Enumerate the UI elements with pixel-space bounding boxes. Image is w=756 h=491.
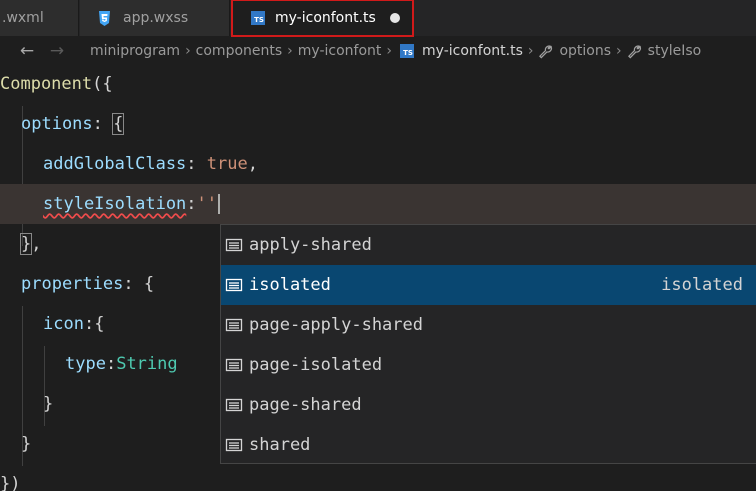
- back-arrow-icon[interactable]: ←: [16, 41, 38, 61]
- autocomplete-suggestions: apply-shared isolated isolated page-appl…: [220, 224, 756, 464]
- matching-bracket: {: [112, 113, 125, 135]
- suggestion-item[interactable]: shared: [221, 425, 756, 465]
- code-token: ,: [31, 234, 42, 254]
- code-token: true: [206, 154, 248, 174]
- unsaved-dot-icon[interactable]: [389, 13, 400, 23]
- property-icon: [225, 438, 243, 452]
- code-token: :: [186, 154, 207, 174]
- suggestion-item[interactable]: page-isolated: [221, 345, 756, 385]
- breadcrumb-item-styleiso[interactable]: styleIso: [648, 43, 702, 59]
- code-token: addGlobalClass: [43, 154, 187, 174]
- breadcrumb-item-options[interactable]: options: [559, 43, 611, 59]
- typescript-icon: TS: [400, 44, 415, 58]
- breadcrumb-item-my-iconfont[interactable]: my-iconfont: [298, 43, 382, 59]
- chevron-right-icon: ›: [287, 43, 293, 59]
- property-icon: [225, 238, 243, 252]
- code-token: }: [43, 394, 54, 414]
- breadcrumb-item-components[interactable]: components: [196, 43, 283, 59]
- tab-wxml[interactable]: .wxml: [0, 0, 79, 36]
- code-token: String: [116, 354, 178, 374]
- tab-label: app.wxss: [123, 10, 189, 26]
- code-token: options: [21, 114, 93, 134]
- code-line-1: Component({: [0, 64, 756, 104]
- code-token: :: [186, 194, 197, 214]
- suggestion-item[interactable]: apply-shared: [221, 225, 756, 265]
- matching-bracket: }: [19, 233, 33, 255]
- code-token: properties: [21, 274, 124, 294]
- suggestion-label: apply-shared: [249, 235, 372, 255]
- suggestion-label: page-isolated: [249, 355, 383, 375]
- breadcrumb-item-miniprogram[interactable]: miniprogram: [90, 43, 180, 59]
- code-token: {: [143, 274, 155, 294]
- code-token: ,: [247, 154, 258, 174]
- code-token-error: styleIsolation: [43, 194, 187, 214]
- code-token: '': [196, 194, 218, 214]
- suggestion-item[interactable]: page-shared: [221, 385, 756, 425]
- breadcrumb: ← → miniprogram › components › my-iconfo…: [0, 36, 756, 66]
- text-cursor: [218, 194, 221, 214]
- code-line-4-current: styleIsolation:'': [0, 184, 756, 224]
- tab-label: .wxml: [2, 10, 44, 26]
- code-line-3: addGlobalClass: true,: [0, 144, 756, 184]
- tab-bar: .wxml app.wxss TS my-iconfont.ts: [0, 0, 756, 37]
- code-token: }): [0, 474, 21, 491]
- breadcrumb-item-file[interactable]: my-iconfont.ts: [422, 43, 523, 59]
- code-token: type: [65, 354, 106, 374]
- code-token: Component: [0, 74, 93, 94]
- code-token: :: [105, 354, 117, 374]
- suggestion-item-selected[interactable]: isolated isolated: [221, 265, 756, 305]
- code-token: }: [21, 434, 32, 454]
- code-token: icon: [43, 314, 84, 334]
- property-icon: [225, 398, 243, 412]
- tab-app-wxss[interactable]: app.wxss: [80, 0, 230, 36]
- chevron-right-icon: ›: [616, 43, 622, 59]
- code-line-2: options: {: [0, 104, 756, 144]
- property-icon: [225, 318, 243, 332]
- chevron-right-icon: ›: [185, 43, 191, 59]
- chevron-right-icon: ›: [527, 43, 534, 59]
- wrench-icon: [627, 44, 641, 58]
- tab-my-iconfont-ts[interactable]: TS my-iconfont.ts: [231, 0, 414, 37]
- code-token: :: [83, 314, 95, 334]
- code-token: :: [123, 274, 144, 294]
- code-line-11: }): [0, 464, 756, 491]
- suggestion-item[interactable]: page-apply-shared: [221, 305, 756, 345]
- suggestion-label: shared: [249, 435, 311, 455]
- code-token: {: [94, 314, 105, 334]
- suggestion-detail: isolated: [661, 275, 743, 295]
- suggestion-label: isolated: [249, 275, 331, 295]
- forward-arrow-icon[interactable]: →: [46, 41, 68, 61]
- editor-window: .wxml app.wxss TS my-iconfont.ts ← → min…: [0, 0, 756, 491]
- suggestion-label: page-shared: [249, 395, 362, 415]
- code-token: :: [92, 114, 114, 134]
- tab-label: my-iconfont.ts: [275, 10, 376, 26]
- typescript-icon: TS: [251, 11, 265, 25]
- chevron-right-icon: ›: [386, 43, 393, 59]
- property-icon: [225, 358, 243, 372]
- property-icon: [225, 278, 243, 292]
- wrench-icon: [539, 44, 553, 58]
- code-token: ({: [92, 74, 113, 94]
- css3-shield-icon: [99, 10, 110, 26]
- suggestion-label: page-apply-shared: [249, 315, 423, 335]
